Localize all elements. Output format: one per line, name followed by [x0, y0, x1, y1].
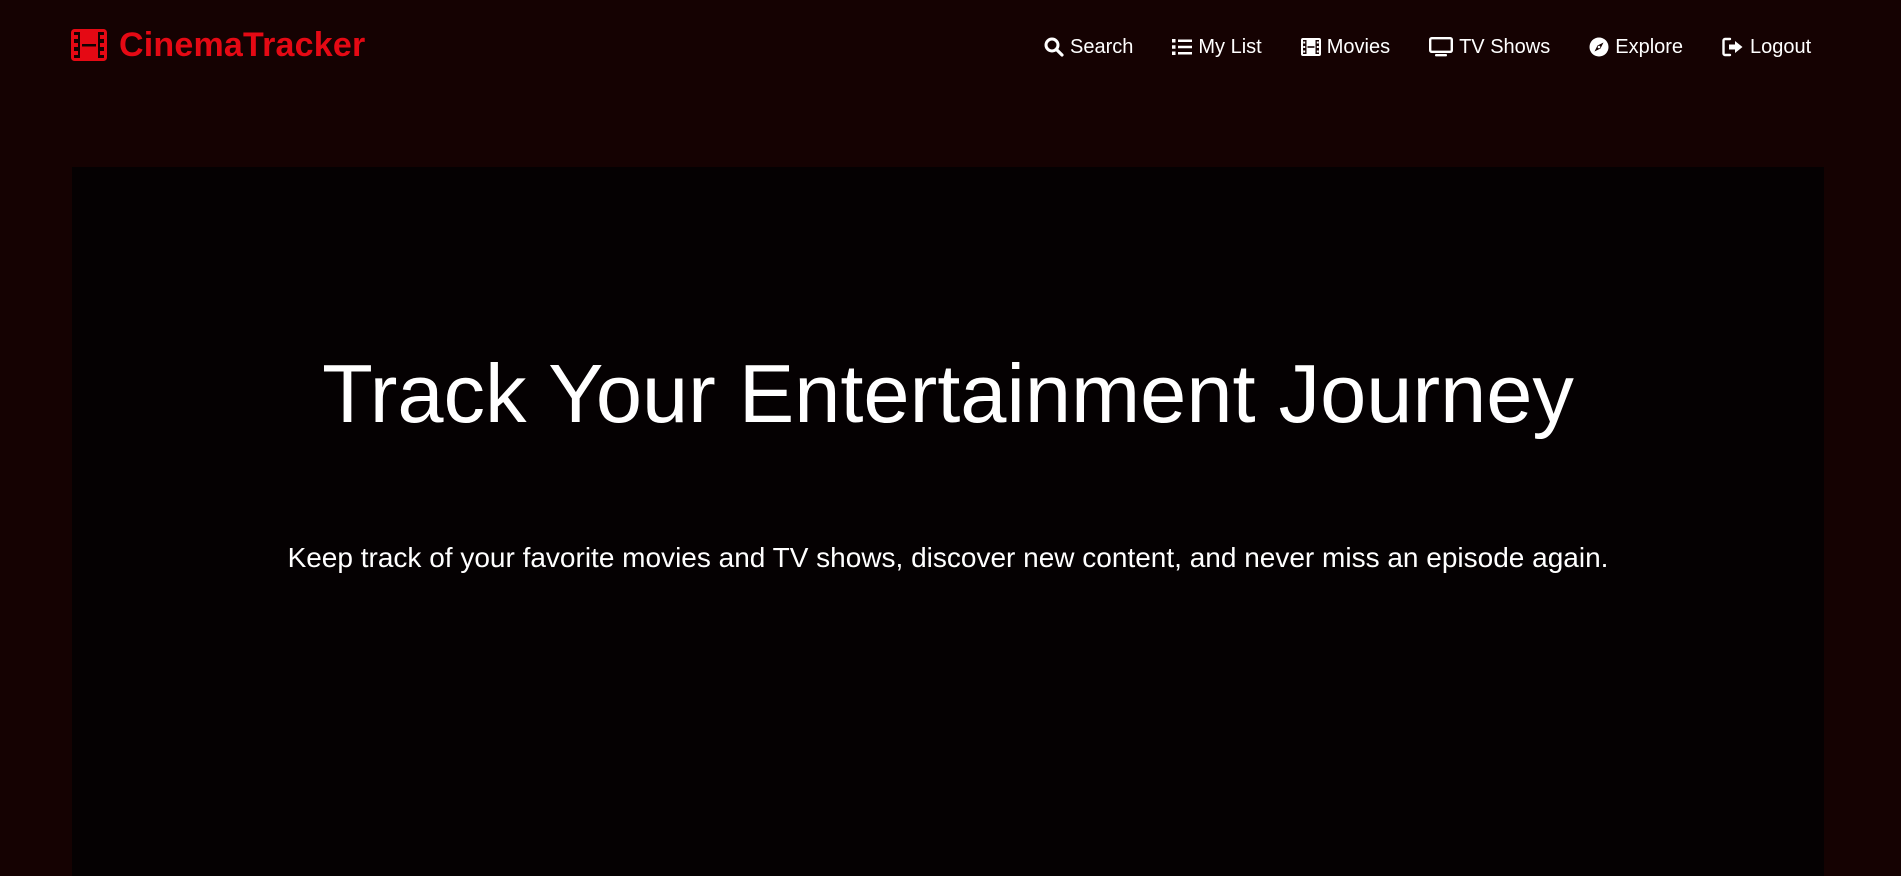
main-nav: Search My List Movies TV Shows Explore L…	[1044, 33, 1811, 61]
nav-item-label: Logout	[1750, 36, 1812, 58]
tv-icon	[1429, 37, 1454, 57]
page: CinemaTracker Search My List Movies TV S…	[0, 0, 1901, 876]
brand-name: CinemaTracker	[119, 26, 366, 64]
nav-item-search[interactable]: Search	[1044, 33, 1133, 61]
nav-item-label: Movies	[1326, 36, 1391, 58]
nav-item-tv-shows[interactable]: TV Shows	[1429, 33, 1550, 61]
navbar: CinemaTracker Search My List Movies TV S…	[0, 0, 1901, 92]
film-icon	[71, 29, 107, 61]
compass-icon	[1589, 37, 1609, 57]
hero-banner	[72, 167, 1824, 876]
search-icon	[1044, 37, 1064, 57]
nav-item-label: Search	[1070, 36, 1134, 58]
nav-item-label: Explore	[1615, 36, 1684, 58]
brand-logo-link[interactable]: CinemaTracker	[71, 25, 365, 65]
nav-item-my-list[interactable]: My List	[1172, 33, 1262, 61]
nav-item-label: My List	[1198, 36, 1262, 58]
nav-item-movies[interactable]: Movies	[1300, 33, 1391, 61]
nav-item-logout[interactable]: Logout	[1722, 33, 1811, 61]
hero-subtitle: Keep track of your favorite movies and T…	[287, 542, 1609, 573]
sign-out-icon	[1722, 37, 1744, 57]
hero-title: Track Your Entertainment Journey	[322, 347, 1574, 440]
film-icon	[1300, 38, 1321, 56]
nav-item-label: TV Shows	[1459, 36, 1551, 58]
nav-item-explore[interactable]: Explore	[1589, 33, 1683, 61]
list-icon	[1172, 38, 1193, 56]
